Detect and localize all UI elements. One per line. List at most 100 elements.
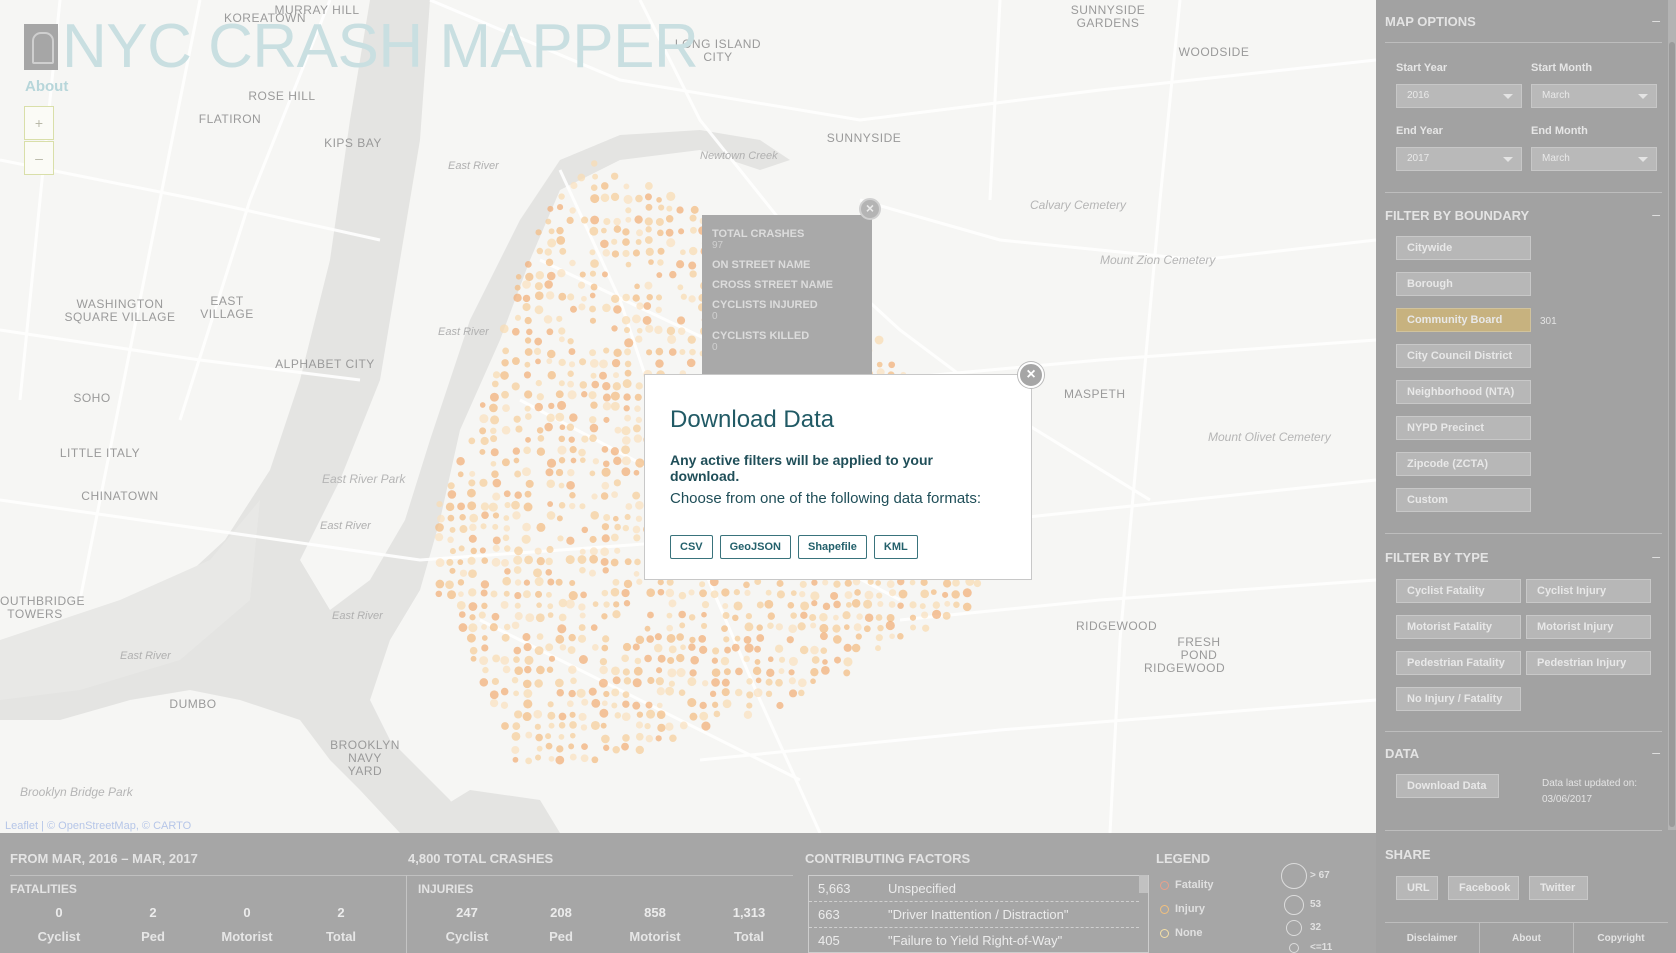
crash-dot[interactable] (655, 677, 664, 686)
crash-dot[interactable] (547, 612, 554, 618)
crash-dot[interactable] (547, 578, 555, 586)
crash-dot[interactable] (558, 435, 566, 443)
crash-dot[interactable] (558, 733, 565, 740)
crash-dot[interactable] (624, 513, 631, 521)
crash-dot[interactable] (932, 609, 942, 619)
crash-dot[interactable] (634, 657, 642, 665)
crash-dot[interactable] (875, 634, 883, 642)
crash-dot[interactable] (635, 635, 645, 645)
crash-dot[interactable] (680, 644, 686, 651)
crash-dot[interactable] (754, 659, 761, 665)
crash-dot[interactable] (962, 588, 972, 598)
crash-dot[interactable] (555, 678, 564, 688)
crash-dot[interactable] (711, 657, 719, 664)
crash-dot[interactable] (743, 655, 750, 663)
crash-dot[interactable] (644, 281, 653, 290)
crash-dot[interactable] (776, 701, 784, 710)
crash-dot[interactable] (657, 588, 665, 596)
crash-dot[interactable] (545, 591, 552, 598)
crash-dot[interactable] (699, 711, 709, 721)
crash-dot[interactable] (842, 611, 851, 620)
crash-dot[interactable] (635, 194, 643, 203)
crash-dot[interactable] (578, 712, 587, 721)
crash-dot[interactable] (512, 722, 521, 731)
crash-dot[interactable] (557, 624, 567, 634)
crash-dot[interactable] (590, 184, 598, 191)
crash-dot[interactable] (810, 591, 820, 601)
crash-dot[interactable] (643, 302, 652, 310)
crash-dot[interactable] (720, 656, 730, 666)
type-filter-button[interactable]: Pedestrian Injury (1526, 651, 1651, 675)
crash-dot[interactable] (633, 434, 643, 443)
crash-dot[interactable] (536, 522, 546, 532)
crash-dot[interactable] (635, 721, 644, 729)
crash-dot[interactable] (589, 547, 598, 556)
crash-dot[interactable] (556, 235, 566, 245)
crash-dot[interactable] (788, 677, 796, 685)
crash-dot[interactable] (589, 349, 597, 357)
crash-dot[interactable] (470, 655, 477, 662)
crash-dot[interactable] (524, 348, 533, 356)
crash-dot[interactable] (942, 611, 951, 620)
crash-dot[interactable] (449, 567, 456, 574)
crash-dot[interactable] (566, 536, 575, 545)
crash-dot[interactable] (523, 371, 532, 379)
crash-dot[interactable] (621, 467, 631, 477)
crash-dot[interactable] (457, 502, 465, 511)
crash-dot[interactable] (503, 515, 510, 521)
crash-dot[interactable] (579, 457, 586, 463)
crash-dot[interactable] (610, 558, 619, 567)
crash-dot[interactable] (566, 700, 574, 708)
crash-dot[interactable] (522, 712, 532, 722)
crash-dot[interactable] (536, 393, 544, 401)
crash-dot[interactable] (634, 283, 640, 290)
crash-dot[interactable] (533, 709, 543, 719)
crash-dot[interactable] (657, 247, 665, 255)
crash-dot[interactable] (548, 228, 555, 235)
crash-dot[interactable] (602, 249, 610, 257)
crash-dot[interactable] (810, 668, 819, 677)
crash-dot[interactable] (579, 566, 586, 574)
crash-dot[interactable] (843, 657, 853, 667)
crash-dot[interactable] (687, 335, 696, 344)
crash-dot[interactable] (533, 347, 542, 355)
crash-dot[interactable] (820, 647, 828, 655)
crash-dot[interactable] (885, 620, 895, 631)
crash-dot[interactable] (614, 426, 622, 434)
crash-dot[interactable] (568, 361, 576, 368)
crash-dot[interactable] (557, 400, 567, 410)
crash-dot[interactable] (513, 457, 520, 464)
boundary-filter-button[interactable]: City Council District (1396, 344, 1531, 368)
crash-dot[interactable] (701, 611, 707, 618)
crash-dot[interactable] (798, 689, 805, 697)
crash-dot[interactable] (919, 603, 926, 610)
crash-dot[interactable] (699, 701, 707, 710)
crash-dot[interactable] (456, 600, 466, 610)
crash-dot[interactable] (524, 260, 532, 268)
crash-dot[interactable] (567, 380, 574, 388)
crash-dot[interactable] (632, 678, 642, 688)
crash-dot[interactable] (535, 358, 541, 365)
crash-dot[interactable] (678, 610, 686, 619)
crash-dot[interactable] (558, 380, 565, 387)
crash-dot[interactable] (645, 203, 653, 211)
crash-dot[interactable] (689, 214, 697, 222)
crash-dot[interactable] (534, 577, 544, 587)
crash-dot[interactable] (844, 591, 853, 600)
crash-dot[interactable] (613, 348, 622, 358)
crash-dot[interactable] (611, 702, 618, 709)
crash-dot[interactable] (535, 229, 542, 236)
crash-dot[interactable] (590, 511, 600, 520)
crash-dot[interactable] (525, 613, 535, 623)
crash-dot[interactable] (501, 458, 510, 467)
crash-dot[interactable] (514, 314, 522, 321)
crash-dot[interactable] (521, 534, 531, 544)
crash-dot[interactable] (570, 677, 577, 685)
crash-dot[interactable] (800, 611, 808, 620)
crash-dot[interactable] (459, 514, 466, 521)
crash-dot[interactable] (546, 458, 557, 468)
type-filter-button[interactable]: Motorist Fatality (1396, 615, 1521, 639)
crash-dot[interactable] (492, 523, 499, 530)
crash-dot[interactable] (480, 580, 490, 589)
crash-dot[interactable] (568, 436, 575, 443)
